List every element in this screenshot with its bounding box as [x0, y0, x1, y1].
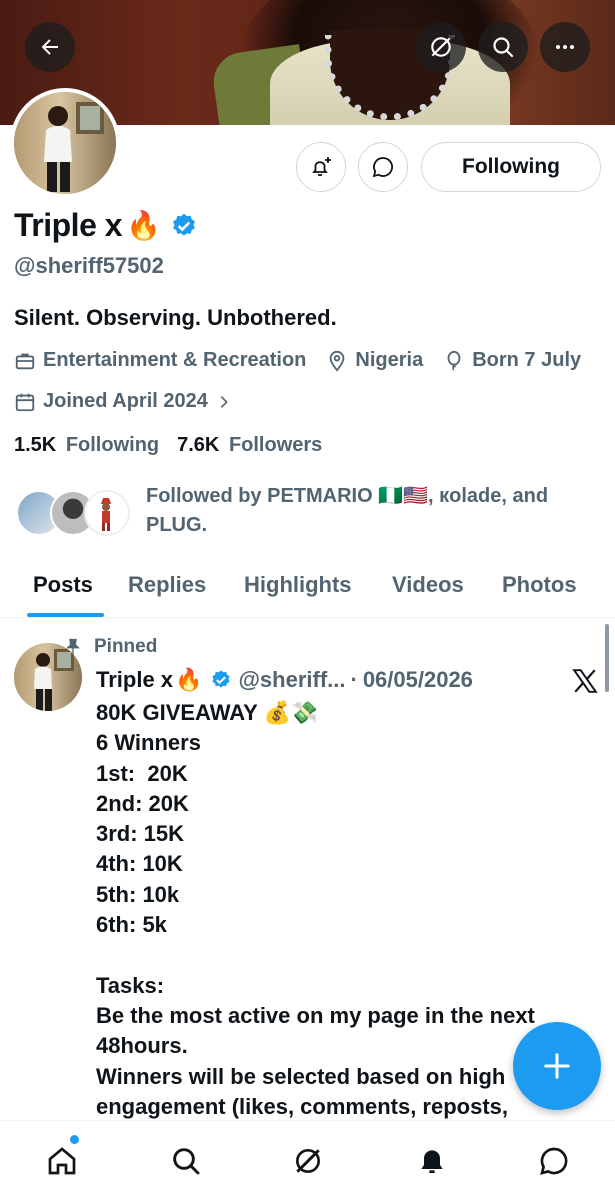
balloon-icon: [447, 350, 461, 371]
post-line: 2nd: 20K: [96, 790, 189, 816]
born-text: Born 7 July: [472, 349, 582, 371]
post-line: 5th: 10k: [96, 881, 180, 907]
post-line: Be the most active on my page in the nex…: [96, 1002, 535, 1059]
tab-videos[interactable]: Videos: [392, 572, 464, 598]
post-body[interactable]: 80K GIVEAWAY 💰💸 6 Winners 1st: 20K 2nd: …: [96, 698, 576, 1122]
following-label: Following: [65, 434, 160, 456]
location-text: Nigeria: [355, 349, 424, 371]
arrow-left-icon: [41, 39, 58, 55]
post-line: 6th: 5k: [96, 912, 167, 938]
home-notification-dot: [70, 1135, 79, 1144]
post-separator: ·: [350, 667, 358, 692]
joined-text: Joined April 2024: [43, 390, 208, 412]
post-date[interactable]: 06/05/2026: [363, 667, 473, 693]
post-line: Tasks:: [96, 972, 165, 998]
more-button[interactable]: [540, 22, 590, 72]
nav-notifications[interactable]: [412, 1141, 452, 1181]
profile-meta-row-1: Entertainment & Recreation Nigeria Born …: [14, 349, 581, 372]
grok-button[interactable]: [416, 22, 466, 72]
search-icon: [493, 37, 514, 58]
profile-name: Triple x 🔥: [14, 207, 198, 244]
nav-home[interactable]: [42, 1141, 82, 1181]
born-item: Born 7 July: [443, 349, 581, 372]
tab-posts[interactable]: Posts: [33, 572, 93, 598]
bell-icon: [421, 1150, 443, 1173]
post-header: Triple x 🔥 @sheriff... · 06/05/2026: [96, 667, 473, 693]
followed-by-avatar[interactable]: [84, 490, 130, 536]
followers-stat[interactable]: 7.6K Followers: [177, 434, 322, 457]
x-logo-icon: [572, 668, 598, 699]
chevron-right-icon: [220, 395, 228, 408]
post-author-name[interactable]: Triple x: [96, 667, 173, 693]
compose-button[interactable]: [513, 1022, 601, 1110]
post-line: Winners will be selected based on high: [96, 1063, 506, 1089]
scrollbar[interactable]: [605, 624, 609, 692]
bell-plus-icon: [312, 157, 331, 176]
post-author-emoji: 🔥: [175, 667, 203, 692]
followers-label: Followers: [228, 434, 323, 456]
plus-icon: [544, 1053, 570, 1079]
profile-bio: Silent. Observing. Unbothered.: [14, 305, 337, 330]
tab-highlights[interactable]: Highlights: [244, 572, 352, 598]
follow-stats: 1.5K Following 7.6K Followers: [14, 434, 322, 457]
home-icon: [48, 1147, 76, 1175]
grok-icon: [296, 1149, 320, 1173]
post-line: [96, 940, 576, 970]
post-line: 4th: 10K: [96, 851, 183, 877]
post-line: engagement (likes, comments, reposts,: [96, 1093, 509, 1119]
grok-icon: [431, 37, 451, 57]
bottom-nav: [0, 1120, 615, 1200]
more-icon: [556, 45, 574, 49]
followed-by-text[interactable]: Followed by PETMARIO 🇳🇬🇺🇸, кolade, and P…: [146, 482, 576, 540]
post-line: 80K GIVEAWAY 💰💸: [96, 700, 319, 725]
fire-emoji: 🔥: [126, 210, 161, 241]
category-text: Entertainment & Recreation: [43, 349, 307, 371]
verified-badge-icon: [212, 670, 231, 688]
active-tab-indicator: [27, 613, 104, 617]
briefcase-icon: [15, 353, 35, 369]
post-author-handle[interactable]: @sheriff...: [238, 667, 345, 693]
notify-button[interactable]: [296, 142, 346, 192]
profile-name-text: Triple x: [14, 207, 123, 243]
post-line: 1st: 20K: [96, 760, 188, 786]
joined-item[interactable]: Joined April 2024: [14, 390, 239, 413]
pinned-text: Pinned: [94, 636, 158, 657]
search-icon: [173, 1148, 200, 1175]
profile-avatar[interactable]: [10, 88, 120, 198]
profile-handle: @sheriff57502: [14, 253, 164, 278]
chat-bubble-icon: [372, 157, 393, 178]
followers-count: 7.6K: [177, 434, 220, 456]
location-pin-icon: [330, 350, 345, 372]
back-button[interactable]: [25, 22, 75, 72]
following-count: 1.5K: [14, 434, 57, 456]
calendar-icon: [15, 393, 35, 411]
search-button[interactable]: [478, 22, 528, 72]
nav-grok[interactable]: [288, 1141, 328, 1181]
category-item: Entertainment & Recreation: [14, 349, 306, 372]
tab-replies[interactable]: Replies: [128, 572, 206, 598]
nav-search[interactable]: [166, 1141, 206, 1181]
post-author-avatar[interactable]: [14, 643, 82, 711]
nav-messages[interactable]: [534, 1141, 574, 1181]
verified-badge-icon: [173, 213, 196, 236]
profile-tabs: Posts Replies Highlights Videos Photos: [0, 560, 615, 618]
post-line: 6 Winners: [96, 730, 201, 756]
post-line: 3rd: 15K: [96, 821, 185, 847]
following-stat[interactable]: 1.5K Following: [14, 434, 159, 457]
tab-photos[interactable]: Photos: [502, 572, 577, 598]
joined-row[interactable]: Joined April 2024: [14, 390, 259, 413]
location-item: Nigeria: [326, 349, 423, 372]
message-button[interactable]: [358, 142, 408, 192]
following-button[interactable]: Following: [421, 142, 601, 192]
message-icon: [540, 1147, 568, 1175]
